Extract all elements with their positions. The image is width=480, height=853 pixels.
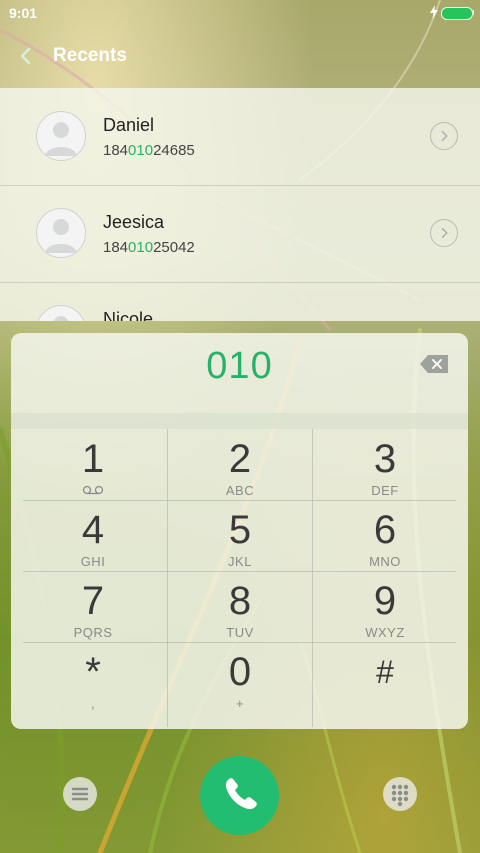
key-letters: + [235,696,245,711]
key-digit: # [376,654,394,690]
voicemail-icon [82,485,104,495]
key-9[interactable]: 9 WXYZ [309,571,461,642]
contact-number: 18401024685 [103,142,195,159]
dialpad-grid-icon [391,784,409,807]
contact-name: Jeesica [103,212,165,232]
keypad: 1 2 ABC 3 DEF 4 GHI 5 JKL 6 MNO 7 PQRS 8… [11,429,468,729]
key-digit: * [85,650,101,694]
key-7[interactable]: 7 PQRS [17,571,169,642]
person-icon [45,122,77,156]
key-digit: 2 [228,437,252,481]
key-letters: TUV [226,625,254,640]
chevron-right-icon[interactable] [430,122,458,150]
chevron-right-icon[interactable] [430,219,458,247]
divider [11,413,468,429]
key-3[interactable]: 3 DEF [309,429,461,500]
key-hash[interactable]: # [309,642,461,713]
phone-icon [225,778,257,810]
key-digit: 9 [373,579,397,623]
key-letters: DEF [371,483,399,498]
backspace-icon[interactable] [419,354,449,374]
recent-contact-row[interactable]: Nicole [0,282,480,321]
menu-icon [71,787,89,801]
dialpad-toggle-button[interactable] [383,777,417,811]
avatar [36,111,86,161]
back-arrow-icon[interactable] [14,44,38,68]
key-letters: ABC [225,483,255,498]
contact-name: Nicole [103,309,154,321]
dialed-number: 010 [206,345,273,387]
person-icon [53,316,69,321]
key-letters: PQRS [73,625,113,640]
status-bar: 9:01 [0,0,480,26]
dialpad: 010 1 2 ABC 3 DEF 4 GHI 5 JKL 6 MNO 7 PQ… [11,333,468,729]
key-6[interactable]: 6 MNO [309,500,461,571]
recent-contact-row[interactable]: Jeesica 18401025042 [0,185,480,283]
page-title: Recents [53,45,127,66]
avatar [36,305,86,321]
key-digit: 6 [373,508,397,552]
dial-display: 010 [11,333,468,413]
key-digit: 4 [81,508,105,552]
call-button[interactable] [200,756,279,835]
recent-contact-row[interactable]: Daniel 18401024685 [0,88,480,186]
key-digit: 7 [81,579,105,623]
contact-number: 18401025042 [103,239,195,256]
header: Recents [0,26,480,86]
key-8[interactable]: 8 TUV [164,571,316,642]
key-letters: GHI [80,554,106,569]
avatar [36,208,86,258]
key-digit: 0 [228,650,252,694]
key-0[interactable]: 0 + [164,642,316,713]
charging-icon [430,5,438,19]
person-icon [45,219,77,253]
battery-tip [472,10,474,15]
key-digit: 3 [373,437,397,481]
key-4[interactable]: 4 GHI [17,500,169,571]
key-2[interactable]: 2 ABC [164,429,316,500]
key-5[interactable]: 5 JKL [164,500,316,571]
recents-list: Daniel 18401024685 Jeesica 18401025042 N… [0,88,480,321]
key-letters: JKL [228,554,252,569]
battery-icon [441,7,473,20]
key-letters: WXYZ [365,625,405,640]
key-letters: , [90,696,96,711]
key-digit: 5 [228,508,252,552]
contact-name: Daniel [103,115,155,135]
key-letters: MNO [369,554,401,569]
status-time: 9:01 [9,5,38,21]
menu-button[interactable] [63,777,97,811]
key-digit: 1 [81,437,105,481]
key-star[interactable]: * , [17,642,169,713]
key-digit: 8 [228,579,252,623]
key-1[interactable]: 1 [17,429,169,500]
